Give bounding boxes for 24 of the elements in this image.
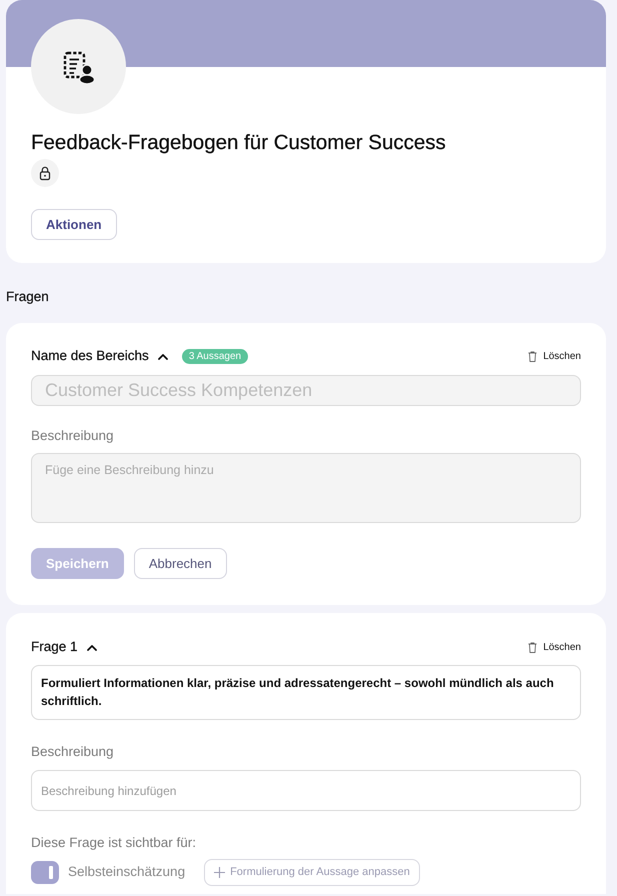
trash-icon <box>528 642 538 652</box>
delete-button[interactable]: Löschen <box>528 640 581 654</box>
description-label: Beschreibung <box>31 743 115 761</box>
description-field[interactable]: Füge eine Beschreibung hinzu <box>31 453 581 523</box>
actions-button[interactable]: Aktionen <box>31 209 117 240</box>
delete-button[interactable]: Löschen <box>528 348 581 364</box>
clipboard-person-icon <box>31 19 126 114</box>
toggle-switch[interactable] <box>31 861 59 884</box>
form-title: Feedback-Fragebogen für Customer Success <box>31 131 447 155</box>
statement-count: 3 Aussagen <box>182 348 248 364</box>
cancel-button[interactable]: Abbrechen <box>134 548 227 579</box>
lock-icon <box>31 159 59 187</box>
trash-icon <box>528 350 538 362</box>
section-title: Name des Bereichs <box>31 346 149 365</box>
toggle-label: Selbsteinschätzung <box>68 863 186 882</box>
chevron-up-icon[interactable] <box>158 352 168 360</box>
description-label: Beschreibung <box>31 427 115 445</box>
plus-icon <box>214 867 226 878</box>
section-heading: Fragen <box>6 288 49 306</box>
visibility-label: Diese Frage ist sichtbar für: <box>31 834 198 852</box>
question-text-field[interactable]: Formuliert Informationen klar, präzise und adressatengerecht – sowohl mündlich als auch schriftlich. <box>31 665 581 720</box>
description-field[interactable]: Beschreibung hinzufügen <box>31 770 581 811</box>
chevron-up-icon[interactable] <box>86 644 97 650</box>
question-title: Frage 1 <box>31 638 78 656</box>
